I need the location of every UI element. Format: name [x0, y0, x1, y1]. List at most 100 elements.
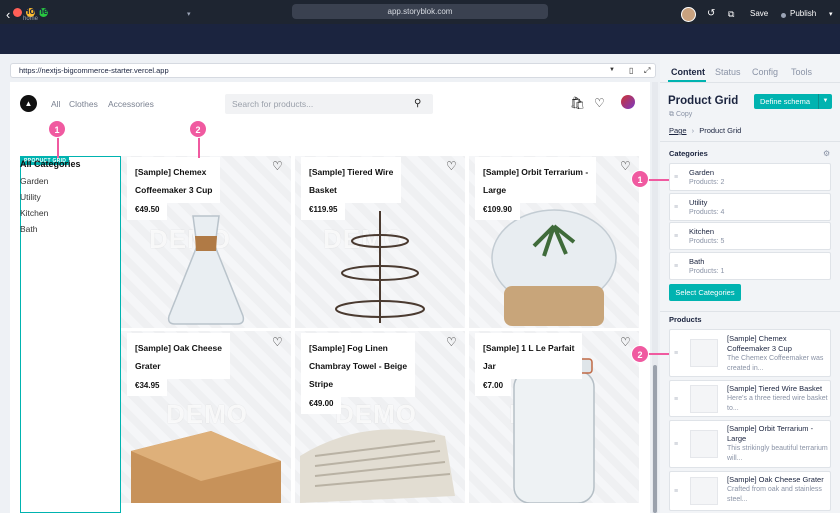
category-utility[interactable]: Utility — [20, 192, 41, 202]
favorite-heart-icon[interactable]: ♡ — [272, 160, 283, 172]
nav-link-all[interactable]: All — [51, 99, 60, 109]
nav-link-accessories[interactable]: Accessories — [108, 99, 154, 109]
user-avatar[interactable] — [681, 7, 696, 22]
category-count: Products: 5 — [689, 238, 725, 245]
product-item[interactable]: ≡ [Sample] Oak Cheese Grater Crafted fro… — [669, 471, 831, 511]
drag-handle-icon[interactable]: ≡ — [674, 396, 678, 404]
category-count: Products: 4 — [689, 209, 725, 216]
tab-content[interactable]: Content — [671, 67, 705, 77]
product-item-desc: The Chemex Coffeemaker was created in... — [727, 355, 824, 372]
drag-handle-icon[interactable]: ≡ — [674, 263, 678, 271]
drag-handle-icon[interactable]: ≡ — [674, 441, 678, 449]
category-name: Utility — [689, 198, 708, 207]
pin-connector — [57, 136, 59, 158]
cheese-grater-image — [131, 431, 281, 503]
annotation-pin: 1 — [48, 120, 66, 138]
publish-status-dot — [781, 13, 786, 18]
save-button[interactable]: Save — [750, 9, 768, 18]
store-logo-icon[interactable]: ▲ — [20, 95, 37, 112]
product-item-text: [Sample] Chemex Coffeemaker 3 Cup The Ch… — [727, 334, 829, 374]
category-item[interactable]: ≡ Utility Products: 4 — [669, 193, 831, 221]
drag-handle-icon[interactable]: ≡ — [674, 204, 678, 212]
product-search-input[interactable]: Search for products... — [225, 94, 433, 114]
favorite-heart-icon[interactable]: ♡ — [446, 160, 457, 172]
breadcrumb-page-link[interactable]: Page — [669, 126, 687, 135]
wire-basket-image — [335, 211, 425, 323]
open-external-icon[interactable]: ⧉ — [728, 8, 734, 20]
product-price: €34.95 — [127, 379, 168, 396]
customer-avatar[interactable] — [621, 95, 635, 109]
tab-divider — [660, 82, 840, 83]
preview-scroll-thumb[interactable] — [653, 365, 657, 513]
schema-menu-chevron-icon[interactable]: ▼ — [818, 94, 832, 109]
tab-config[interactable]: Config — [752, 67, 778, 77]
select-categories-button[interactable]: Select Categories — [669, 284, 741, 301]
drag-handle-icon[interactable]: ≡ — [674, 488, 678, 496]
product-item[interactable]: ≡ [Sample] Orbit Terrarium - Large This … — [669, 420, 831, 468]
category-count: Products: 2 — [689, 179, 725, 186]
tab-status[interactable]: Status — [715, 67, 741, 77]
copy-button[interactable]: ⧉ Copy — [669, 111, 692, 119]
category-bath[interactable]: Bath — [20, 224, 38, 234]
categories-label: Categories — [669, 149, 708, 158]
publish-button[interactable]: Publish — [790, 9, 816, 18]
divider — [660, 311, 840, 312]
favorite-heart-icon[interactable]: ♡ — [272, 336, 283, 348]
annotation-pin: 2 — [189, 120, 207, 138]
product-thumbnail — [690, 430, 718, 458]
history-icon[interactable]: ↺ — [707, 8, 715, 20]
component-title: Product Grid — [668, 95, 739, 107]
product-item-text: [Sample] Oak Cheese Grater Crafted from … — [727, 475, 829, 505]
expand-icon[interactable]: ⤢ — [644, 66, 650, 75]
product-item[interactable]: ≡ [Sample] Tiered Wire Basket Here's a t… — [669, 380, 831, 417]
favorite-heart-icon[interactable]: ♡ — [620, 336, 631, 348]
category-count: Products: 1 — [689, 268, 725, 275]
device-mobile-icon[interactable]: ▯ — [629, 66, 633, 75]
product-title: [Sample] Oak Cheese Grater — [127, 333, 230, 379]
drag-handle-icon[interactable]: ≡ — [674, 174, 678, 182]
category-kitchen[interactable]: Kitchen — [20, 208, 48, 218]
product-item-title: [Sample] Chemex Coffeemaker 3 Cup — [727, 334, 792, 353]
annotation-pin: 2 — [631, 345, 649, 363]
drag-handle-icon[interactable]: ≡ — [674, 233, 678, 241]
chemex-image — [167, 215, 245, 325]
product-title: [Sample] 1 L Le Parfait Jar — [475, 333, 583, 379]
product-title: [Sample] Chemex Coffeemaker 3 Cup — [127, 157, 221, 203]
category-garden[interactable]: Garden — [20, 176, 48, 186]
category-item[interactable]: ≡ Kitchen Products: 5 — [669, 222, 831, 250]
publish-menu-chevron-icon[interactable]: ▾ — [829, 10, 833, 18]
cart-icon[interactable]: 🛍 — [570, 96, 585, 110]
back-arrow-icon[interactable]: ‹ — [6, 8, 10, 22]
favorite-heart-icon[interactable]: ♡ — [446, 336, 457, 348]
address-dropdown-icon[interactable]: ▼ — [609, 67, 615, 73]
favorite-heart-icon[interactable]: ♡ — [620, 160, 631, 172]
wishlist-heart-icon[interactable]: ♡ — [594, 96, 605, 110]
category-item[interactable]: ≡ Garden Products: 2 — [669, 163, 831, 191]
breadcrumb: Page › Product Grid — [669, 126, 741, 135]
product-item-title: [Sample] Orbit Terrarium - Large — [727, 424, 814, 443]
category-all[interactable]: All Categories — [20, 159, 81, 169]
product-item-title: [Sample] Oak Cheese Grater — [727, 475, 824, 484]
product-item-text: [Sample] Orbit Terrarium - Large This st… — [727, 424, 829, 464]
close-window-button[interactable] — [13, 8, 22, 17]
search-icon[interactable]: ⚲ — [414, 98, 421, 110]
tab-tools[interactable]: Tools — [791, 67, 812, 77]
product-item[interactable]: ≡ [Sample] Chemex Coffeemaker 3 Cup The … — [669, 329, 831, 377]
divider — [660, 141, 840, 142]
nav-link-clothes[interactable]: Clothes — [69, 99, 98, 109]
gear-icon[interactable]: ⚙ — [823, 149, 830, 158]
category-name: Bath — [689, 257, 705, 266]
chevron-down-icon[interactable]: ▾ — [187, 10, 191, 18]
product-price: €49.00 — [301, 397, 342, 414]
drag-handle-icon[interactable]: ≡ — [674, 350, 678, 358]
pin-connector — [648, 179, 669, 181]
preview-address-field[interactable]: https://nextjs-bigcommerce-starter.verce… — [10, 63, 656, 78]
product-item-title: [Sample] Tiered Wire Basket — [727, 384, 823, 393]
product-price: €109.90 — [475, 203, 520, 220]
product-item-desc: Here's a three tiered wire basket to... — [727, 395, 828, 412]
product-title: [Sample] Orbit Terrarium - Large — [475, 157, 597, 203]
product-thumbnail — [690, 339, 718, 367]
browser-url-bar[interactable]: app.storyblok.com — [292, 4, 548, 19]
category-item[interactable]: ≡ Bath Products: 1 — [669, 252, 831, 280]
product-price: €7.00 — [475, 379, 512, 396]
